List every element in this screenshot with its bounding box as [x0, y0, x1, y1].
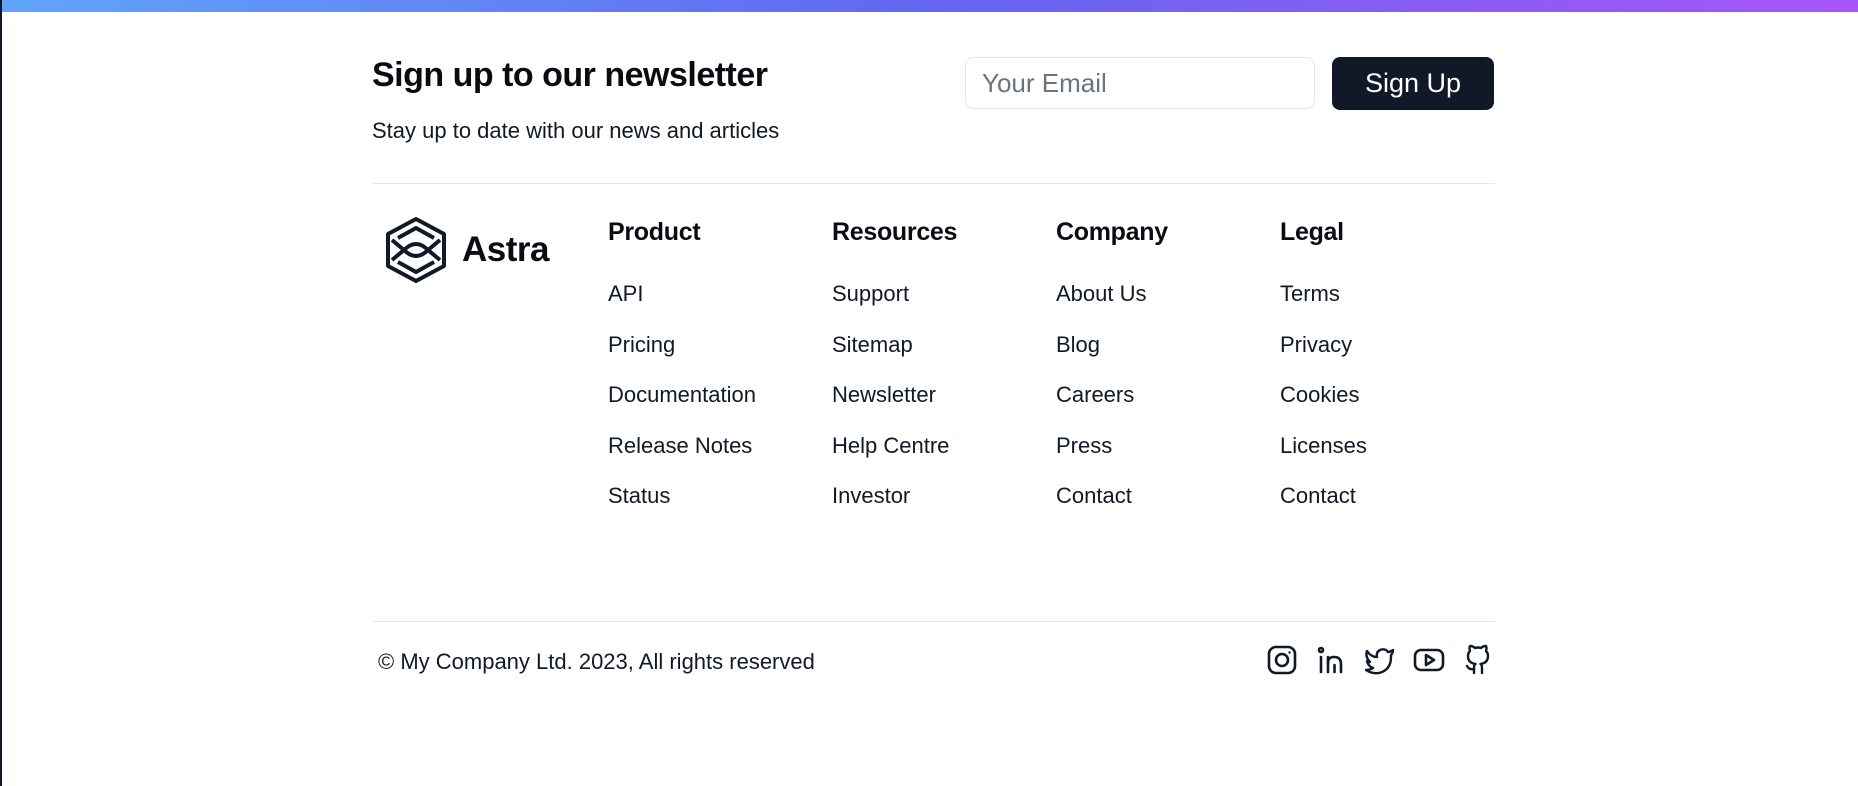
page-frame: Sign up to our newsletter Stay up to dat…	[0, 0, 1858, 786]
newsletter-subtitle: Stay up to date with our news and articl…	[372, 118, 780, 143]
twitter-icon[interactable]	[1363, 643, 1396, 676]
footer-link-api[interactable]: API	[608, 280, 832, 331]
youtube-icon[interactable]	[1412, 643, 1445, 676]
footer-link-licenses[interactable]: Licenses	[1280, 432, 1504, 483]
footer-link-sitemap[interactable]: Sitemap	[832, 331, 1056, 382]
top-gradient-bar	[2, 0, 1858, 12]
bottom-divider	[372, 621, 1495, 622]
link-columns: Product API Pricing Documentation Releas…	[608, 214, 1504, 533]
column-heading: Legal	[1280, 218, 1344, 246]
github-icon[interactable]	[1461, 643, 1494, 676]
footer-link-privacy[interactable]: Privacy	[1280, 331, 1504, 382]
footer-link-blog[interactable]: Blog	[1056, 331, 1280, 382]
column-product: Product API Pricing Documentation Releas…	[608, 214, 832, 533]
footer-link-careers[interactable]: Careers	[1056, 381, 1280, 432]
footer-link-cookies[interactable]: Cookies	[1280, 381, 1504, 432]
footer-link-release-notes[interactable]: Release Notes	[608, 432, 832, 483]
footer-link-about-us[interactable]: About Us	[1056, 280, 1280, 331]
brand-link[interactable]: Astra	[384, 216, 549, 284]
copyright-text: © My Company Ltd. 2023, All rights reser…	[378, 649, 815, 674]
footer-link-status[interactable]: Status	[608, 482, 832, 533]
column-heading: Product	[608, 218, 701, 246]
footer-link-terms[interactable]: Terms	[1280, 280, 1504, 331]
social-links	[1265, 643, 1494, 676]
top-divider	[372, 183, 1495, 184]
hexagon-logo-icon	[384, 216, 448, 284]
column-heading: Resources	[832, 218, 958, 246]
email-input[interactable]	[965, 57, 1315, 109]
newsletter-section: Sign up to our newsletter Stay up to dat…	[372, 56, 1495, 146]
footer-link-support[interactable]: Support	[832, 280, 1056, 331]
footer-link-documentation[interactable]: Documentation	[608, 381, 832, 432]
column-legal: Legal Terms Privacy Cookies Licenses Con…	[1280, 214, 1504, 533]
instagram-icon[interactable]	[1265, 643, 1298, 676]
linkedin-icon[interactable]	[1314, 643, 1347, 676]
footer-link-newsletter[interactable]: Newsletter	[832, 381, 1056, 432]
footer-link-pricing[interactable]: Pricing	[608, 331, 832, 382]
footer-link-contact[interactable]: Contact	[1056, 482, 1280, 533]
footer-link-press[interactable]: Press	[1056, 432, 1280, 483]
footer-link-help-centre[interactable]: Help Centre	[832, 432, 1056, 483]
brand-name: Astra	[462, 230, 549, 269]
sign-up-button[interactable]: Sign Up	[1332, 57, 1494, 110]
column-company: Company About Us Blog Careers Press Cont…	[1056, 214, 1280, 533]
column-resources: Resources Support Sitemap Newsletter Hel…	[832, 214, 1056, 533]
column-heading: Company	[1056, 218, 1168, 246]
footer-link-legal-contact[interactable]: Contact	[1280, 482, 1504, 533]
newsletter-title: Sign up to our newsletter	[372, 56, 768, 94]
footer-link-investor[interactable]: Investor	[832, 482, 1056, 533]
